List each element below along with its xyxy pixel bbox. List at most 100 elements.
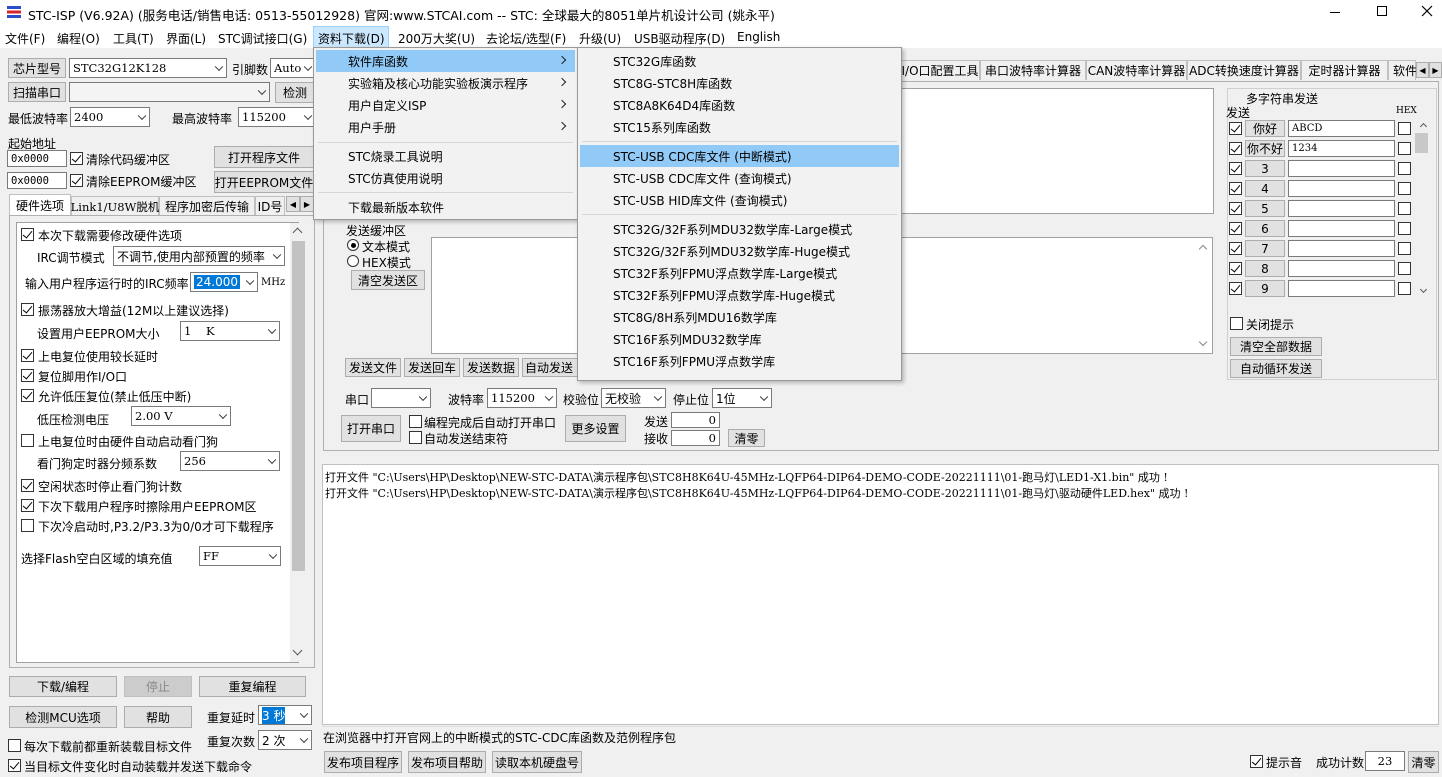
opt-modify-hw[interactable] — [21, 228, 34, 241]
multi-row-input[interactable] — [1288, 260, 1395, 277]
hex-mode-radio[interactable] — [347, 255, 359, 267]
multi-row-checkbox[interactable] — [1229, 202, 1242, 215]
multi-row-input[interactable] — [1288, 220, 1395, 237]
sound-checkbox[interactable] — [1250, 755, 1263, 768]
menu-item-custom-isp[interactable]: 用户自定义ISP — [316, 94, 575, 116]
opt-erase-eeprom[interactable] — [21, 499, 34, 512]
menu-view[interactable]: 界面(L) — [166, 30, 206, 47]
submenu-item[interactable]: STC-USB CDC库文件 (查询模式) — [580, 167, 899, 189]
tab-uart-baud[interactable]: 串口波特率计算器 — [980, 60, 1086, 80]
addr-eeprom-input[interactable]: 0x0000 — [7, 172, 67, 189]
submenu-item[interactable]: STC-USB HID库文件 (查询模式) — [580, 189, 899, 211]
open-port-button[interactable]: 打开串口 — [341, 415, 401, 442]
send-data-button[interactable]: 发送数据 — [463, 358, 519, 377]
multi-scroll-up-icon[interactable] — [1419, 122, 1428, 131]
read-disk-button[interactable]: 读取本机硬盘号 — [492, 751, 582, 773]
opt-lvr[interactable] — [21, 389, 34, 402]
opt-osc-gain[interactable] — [21, 303, 34, 316]
multi-row-input[interactable] — [1288, 180, 1395, 197]
clear-send-button[interactable]: 清空发送区 — [351, 270, 425, 290]
opt-long-delay[interactable] — [21, 349, 34, 362]
stop-button[interactable]: 停止 — [124, 676, 192, 697]
delay-select[interactable]: 3 秒 — [258, 705, 312, 725]
after-prog-checkbox[interactable] — [409, 415, 422, 428]
tab-hardware[interactable]: 硬件选项 — [9, 194, 71, 216]
tab-io-config[interactable]: I/O口配置工具 — [900, 60, 980, 80]
multi-row-hex-checkbox[interactable] — [1398, 162, 1411, 175]
irc-freq-input[interactable]: 24.000 — [190, 272, 258, 292]
open-program-button[interactable]: 打开程序文件 — [214, 146, 314, 168]
multi-row-hex-checkbox[interactable] — [1398, 222, 1411, 235]
tab-adc-speed[interactable]: ADC转换速度计算器 — [1187, 60, 1301, 80]
tab-id[interactable]: ID号 — [255, 196, 285, 216]
multi-row-checkbox[interactable] — [1229, 142, 1242, 155]
send-enter-button[interactable]: 发送回车 — [404, 358, 460, 377]
multi-row-input[interactable] — [1288, 280, 1395, 297]
multi-row-input[interactable] — [1288, 240, 1395, 257]
open-eeprom-button[interactable]: 打开EEPROM文件 — [214, 171, 314, 193]
multi-row-input[interactable] — [1288, 160, 1395, 177]
reprogram-button[interactable]: 重复编程 — [199, 676, 306, 697]
baud-select[interactable]: 115200 — [487, 388, 557, 408]
check-button[interactable]: 检测 — [275, 82, 315, 103]
submenu-item[interactable]: STC32G/32F系列MDU32数学库-Huge模式 — [580, 240, 899, 262]
check-mcu-button[interactable]: 检测MCU选项 — [9, 706, 117, 728]
multi-row-hex-checkbox[interactable] — [1398, 182, 1411, 195]
help-button[interactable]: 帮助 — [124, 706, 192, 728]
opt-p32-p33[interactable] — [21, 519, 34, 532]
wdt-select[interactable]: 256 — [180, 451, 280, 471]
submenu-item[interactable]: STC32G库函数 — [580, 50, 899, 72]
count-select[interactable]: 2 次 — [258, 730, 312, 750]
send-scroll-down-icon[interactable] — [1198, 337, 1208, 347]
multi-row-send-button[interactable]: 你不好 — [1245, 140, 1285, 157]
multi-row-send-button[interactable]: 9 — [1245, 280, 1285, 297]
menu-item-latest[interactable]: 下载最新版本软件 — [316, 196, 575, 218]
menu-usb-driver[interactable]: USB驱动程序(D) — [634, 30, 725, 47]
menu-item-demo[interactable]: 实验箱及核心功能实验板演示程序 — [316, 72, 575, 94]
multi-row-checkbox[interactable] — [1229, 242, 1242, 255]
scan-port-button[interactable]: 扫描串口 — [8, 82, 66, 102]
multi-row-send-button[interactable]: 3 — [1245, 160, 1285, 177]
menu-forum[interactable]: 去论坛/选型(F) — [486, 30, 566, 47]
multi-row-hex-checkbox[interactable] — [1398, 282, 1411, 295]
tool-tab-scroll-right-icon[interactable]: ▶ — [1429, 62, 1442, 78]
tab-link1[interactable]: Link1/U8W脱机 — [71, 196, 159, 216]
publish-help-button[interactable]: 发布项目帮助 — [408, 751, 486, 773]
menu-program[interactable]: 编程(O) — [57, 30, 100, 47]
multi-row-checkbox[interactable] — [1229, 182, 1242, 195]
clear-count-button[interactable]: 清零 — [728, 429, 765, 447]
close-icon[interactable] — [1420, 4, 1434, 18]
multi-scroll-thumb[interactable] — [1415, 133, 1428, 153]
fill-select[interactable]: FF — [199, 546, 281, 566]
multi-row-checkbox[interactable] — [1229, 222, 1242, 235]
minimize-icon[interactable] — [1330, 12, 1340, 13]
more-settings-button[interactable]: 更多设置 — [565, 415, 626, 442]
min-baud-select[interactable]: 2400 — [70, 107, 150, 127]
parity-select[interactable]: 无校验 — [601, 388, 666, 408]
multi-row-send-button[interactable]: 4 — [1245, 180, 1285, 197]
submenu-item[interactable]: STC32G/32F系列MDU32数学库-Large模式 — [580, 218, 899, 240]
menu-item-burner-doc[interactable]: STC烧录工具说明 — [316, 145, 575, 167]
opt-idle-wdt[interactable] — [21, 479, 34, 492]
download-button[interactable]: 下载/编程 — [9, 676, 117, 697]
irc-mode-select[interactable]: 不调节,使用内部预置的频率 — [113, 246, 285, 266]
publish-project-button[interactable]: 发布项目程序 — [324, 751, 402, 773]
clear-success-button[interactable]: 清零 — [1408, 751, 1439, 773]
submenu-item[interactable]: STC8G-STC8H库函数 — [580, 72, 899, 94]
multi-row-hex-checkbox[interactable] — [1398, 142, 1411, 155]
scroll-up-icon[interactable] — [292, 227, 303, 238]
tab-scroll-right-icon[interactable]: ▶ — [300, 196, 314, 212]
tab-encrypt[interactable]: 程序加密后传输 — [159, 196, 255, 216]
submenu-item-highlighted[interactable]: STC-USB CDC库文件 (中断模式) — [580, 145, 899, 167]
clear-eeprom-checkbox[interactable] — [70, 174, 83, 187]
tab-scroll-left-icon[interactable]: ◀ — [286, 196, 300, 212]
multi-row-send-button[interactable]: 8 — [1245, 260, 1285, 277]
multi-row-hex-checkbox[interactable] — [1398, 202, 1411, 215]
addr-code-input[interactable]: 0x0000 — [7, 150, 67, 167]
scroll-thumb[interactable] — [292, 241, 305, 571]
submenu-item[interactable]: STC32F系列FPMU浮点数学库-Large模式 — [580, 262, 899, 284]
lvd-select[interactable]: 2.00 V — [131, 406, 231, 426]
menu-file[interactable]: 文件(F) — [5, 30, 45, 47]
multi-row-hex-checkbox[interactable] — [1398, 122, 1411, 135]
multi-row-checkbox[interactable] — [1229, 282, 1242, 295]
